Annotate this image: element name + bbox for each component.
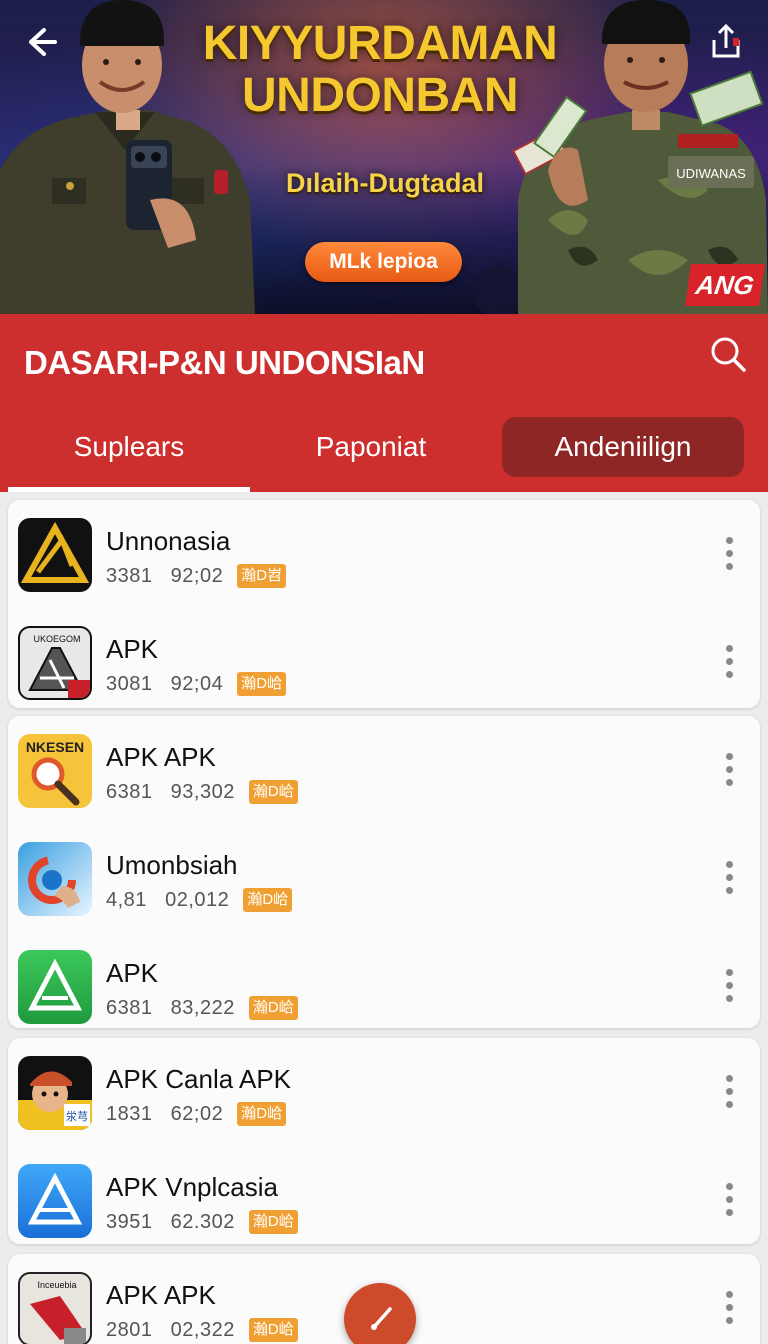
app-name: Umonbsiah [106,850,238,880]
app-meta: 1831 62;02 瀚D峆 [106,1102,287,1126]
app-icon-triangle [18,518,92,592]
app-meta-size: 62.302 [170,1211,235,1233]
app-list: Unnonasia 3381 92;02 瀚D岧 UKOEGOM APK 308… [0,492,768,1344]
app-meta-count: 6381 [106,781,153,803]
floating-action-button[interactable] [344,1283,416,1344]
app-icon-magnifier: NKESEN [18,734,92,808]
app-meta-count: 3951 [106,1211,153,1233]
app-badge: 瀚D峆 [237,1102,287,1126]
more-options-icon[interactable] [722,966,736,1006]
list-item[interactable]: Unnonasia 3381 92;02 瀚D岧 [8,500,760,608]
banner-cta-button[interactable]: MLk lepioa [305,242,462,282]
app-name: APK Vnplcasia [106,1172,278,1202]
app-meta-size: 83,222 [170,997,235,1019]
more-options-icon[interactable] [722,1288,736,1328]
list-item[interactable]: APK 6381 83,222 瀚D峆 [8,932,760,1040]
app-name: APK [106,634,159,664]
app-icon-red-tool: Inceuebia [18,1272,92,1344]
app-icon-text: 泶芎 [66,1109,88,1123]
share-icon[interactable] [706,22,746,62]
app-meta-size: 93,302 [170,781,235,803]
app-meta-size: 92;02 [170,565,224,587]
app-meta-count: 6381 [106,997,153,1019]
more-options-icon[interactable] [722,1180,736,1220]
app-name: APK APK [106,1280,216,1310]
app-icon-apk: UKOEGOM [18,626,92,700]
promo-banner[interactable]: UDIWANAS KIYYURDAMAN UNDONBAN Dılaih-Dug… [0,0,768,314]
app-name: Unnonasia [106,526,231,556]
app-meta-count: 4,81 [106,889,147,911]
gauge-icon [371,1307,392,1330]
more-options-icon[interactable] [722,534,736,574]
app-meta-count: 3081 [106,673,153,695]
list-item[interactable]: 泶芎 APK Canla APK 1831 62;02 瀚D峆 [8,1038,760,1146]
app-meta-size: 02,322 [170,1319,235,1341]
app-meta-size: 92;04 [170,673,224,695]
tab-paponiat[interactable]: Paponiat [250,417,492,492]
app-group-card: NKESEN APK APK 6381 93,302 瀚D峆 Umonbsiah… [8,716,760,1028]
banner-corner-badge: ANG [685,264,765,306]
tab-suplears[interactable]: Suplears [8,417,250,492]
app-meta: 6381 83,222 瀚D峆 [106,996,298,1020]
back-arrow-icon[interactable] [22,22,62,62]
app-icon-cartoon-boy: 泶芎 [18,1056,92,1130]
app-badge: 瀚D峆 [237,672,287,696]
app-icon-swirl [18,842,92,916]
tab-andeniilign[interactable]: Andeniilign [502,417,744,477]
page-title: DASARI-P&N UNDONSIaN [24,344,425,381]
app-group-card: Unnonasia 3381 92;02 瀚D岧 UKOEGOM APK 308… [8,500,760,708]
app-meta-count: 2801 [106,1319,153,1341]
banner-title-line2: UNDONBAN [242,69,518,122]
app-name: APK APK [106,742,216,772]
more-options-icon[interactable] [722,642,736,682]
app-meta: 6381 93,302 瀚D峆 [106,780,298,804]
app-name: APK [106,958,159,988]
app-icon-text: NKESEN [26,739,84,755]
more-options-icon[interactable] [722,858,736,898]
search-icon[interactable] [708,334,748,374]
list-item[interactable]: NKESEN APK APK 6381 93,302 瀚D峆 [8,716,760,824]
app-icon-green-triangle [18,950,92,1024]
app-meta: 2801 02,322 瀚D峆 [106,1318,298,1342]
app-badge: 瀚D峆 [248,996,298,1020]
app-meta: 3081 92;04 瀚D峆 [106,672,287,696]
app-badge: 瀚D岧 [237,564,287,588]
list-item[interactable]: Umonbsiah 4,81 02,012 瀚D峆 [8,824,760,932]
more-options-icon[interactable] [722,750,736,790]
app-name: APK Canla APK [106,1064,291,1094]
more-options-icon[interactable] [722,1072,736,1112]
banner-title: KIYYURDAMAN UNDONBAN [170,18,590,122]
app-group-card: 泶芎 APK Canla APK 1831 62;02 瀚D峆 APK Vnpl… [8,1038,760,1244]
app-meta-count: 1831 [106,1103,153,1125]
app-meta-size: 62;02 [170,1103,224,1125]
app-icon-text: UKOEGOM [33,634,80,644]
app-badge: 瀚D峆 [243,888,293,912]
app-icon-text: Inceuebia [37,1280,76,1290]
banner-title-line1: KIYYURDAMAN [202,17,558,70]
app-badge: 瀚D峆 [248,1318,298,1342]
name-tag-text: UDIWANAS [676,166,746,181]
app-meta: 3951 62.302 瀚D峆 [106,1210,298,1234]
app-meta: 3381 92;02 瀚D岧 [106,564,287,588]
app-meta: 4,81 02,012 瀚D峆 [106,888,293,912]
app-badge: 瀚D峆 [248,780,298,804]
list-item[interactable]: APK Vnplcasia 3951 62.302 瀚D峆 [8,1146,760,1254]
section-header: DASARI-P&N UNDONSIaN Suplears Paponiat A… [0,314,768,492]
tab-bar: Suplears Paponiat Andeniilign [8,417,760,492]
app-badge: 瀚D峆 [248,1210,298,1234]
app-meta-size: 02,012 [165,889,230,911]
list-item[interactable]: UKOEGOM APK 3081 92;04 瀚D峆 [8,608,760,716]
app-icon-app-store [18,1164,92,1238]
app-meta-count: 3381 [106,565,153,587]
banner-subtitle: Dılaih-Dugtadal [285,168,484,198]
